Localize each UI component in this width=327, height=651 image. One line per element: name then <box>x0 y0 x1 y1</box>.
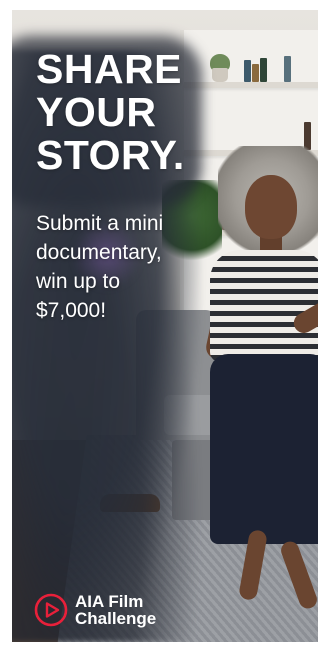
woman-striped-shirt <box>210 250 318 362</box>
film-challenge-ad[interactable]: SHARE YOUR STORY. Submit a mini document… <box>12 10 318 642</box>
subheadline-line: Submit a mini <box>36 212 164 235</box>
brand-logo[interactable]: AIA Film Challenge <box>34 590 194 630</box>
subheadline-line: documentary, <box>36 241 162 264</box>
brand-name-line: Challenge <box>75 609 157 628</box>
headline-line: SHARE <box>36 46 183 92</box>
page-frame: SHARE YOUR STORY. Submit a mini document… <box>0 0 327 651</box>
brand-name-line: AIA Film <box>75 592 144 611</box>
headline-line: YOUR <box>36 89 157 135</box>
brand-name: AIA Film Challenge <box>75 593 156 627</box>
subheadline: Submit a mini documentary, win up to $7,… <box>36 209 201 325</box>
woman-skirt <box>210 354 318 544</box>
headline-line: STORY. <box>36 132 185 178</box>
subheadline-line: win up to <box>36 270 121 293</box>
headline: SHARE YOUR STORY. <box>36 48 216 177</box>
play-circle-icon <box>34 593 68 627</box>
woman-face <box>245 175 297 239</box>
subheadline-line: $7,000! <box>36 299 107 322</box>
